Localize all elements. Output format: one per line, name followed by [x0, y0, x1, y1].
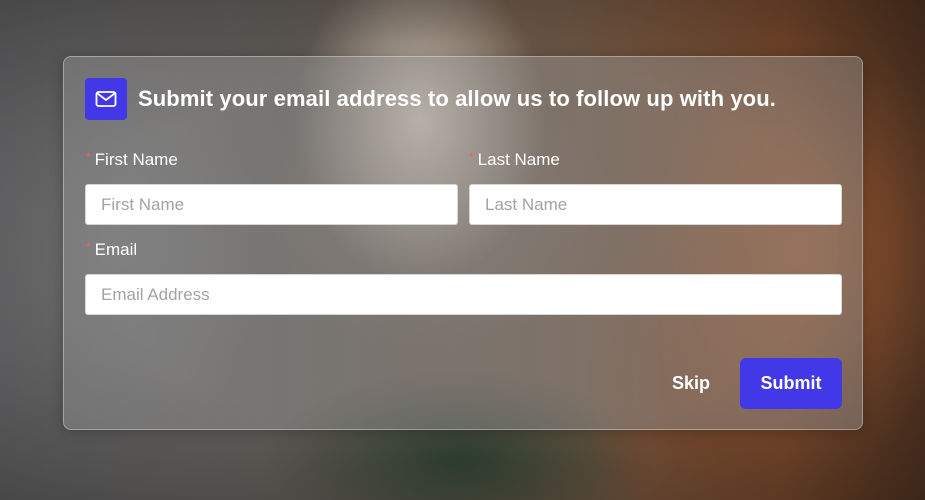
last-name-input[interactable]	[469, 184, 842, 225]
submit-button[interactable]: Submit	[740, 358, 842, 409]
last-name-label-text: Last Name	[477, 150, 560, 169]
required-marker: *	[86, 150, 91, 164]
dialog-title: Submit your email address to allow us to…	[138, 86, 776, 111]
mail-icon	[95, 91, 117, 107]
email-capture-dialog: Submit your email address to allow us to…	[63, 56, 863, 430]
skip-button[interactable]: Skip	[661, 359, 721, 407]
dialog-header: Submit your email address to allow us to…	[85, 78, 776, 120]
required-marker: *	[86, 240, 91, 254]
mail-icon-badge	[85, 78, 127, 120]
first-name-label-text: First Name	[94, 150, 178, 169]
first-name-label: * First Name	[86, 150, 178, 170]
first-name-input[interactable]	[85, 184, 458, 225]
email-label: * Email	[86, 240, 137, 260]
email-input[interactable]	[85, 274, 842, 315]
required-marker: *	[469, 150, 474, 164]
last-name-label: * Last Name	[469, 150, 560, 170]
email-label-text: Email	[94, 240, 138, 259]
